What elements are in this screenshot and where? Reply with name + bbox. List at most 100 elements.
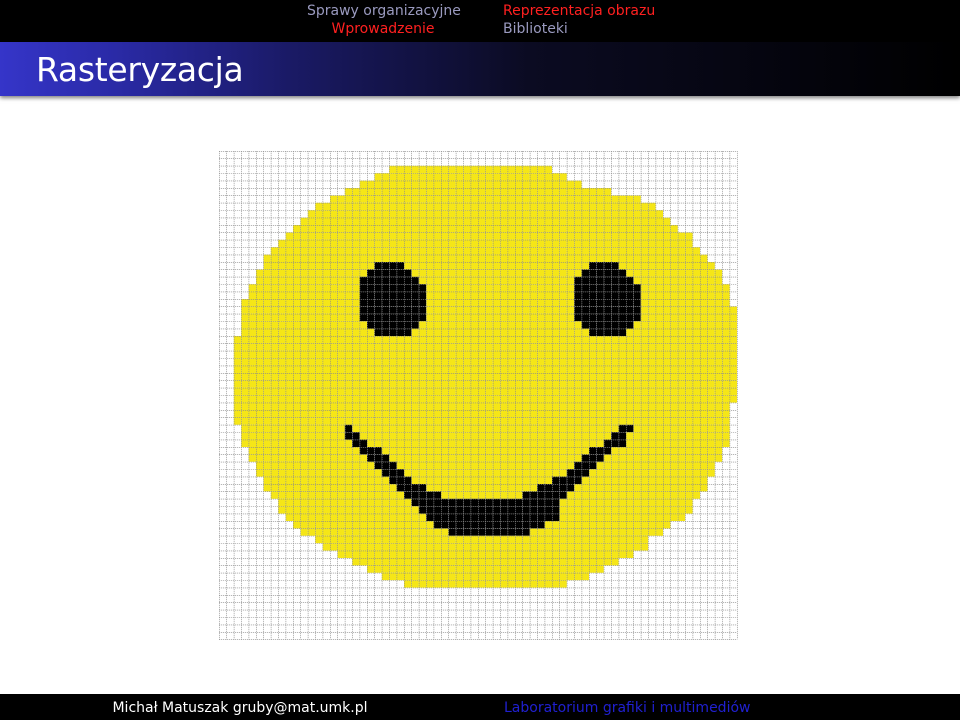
black-pixel (359, 313, 368, 322)
nav-link-wprowadzenie[interactable]: Wprowadzenie (307, 20, 459, 38)
yellow-pixel (596, 402, 604, 410)
yellow-pixel (722, 417, 730, 425)
yellow-pixel (463, 239, 471, 248)
yellow-pixel (485, 409, 493, 418)
yellow-pixel (685, 298, 693, 307)
yellow-pixel (551, 409, 560, 418)
yellow-pixel (529, 306, 538, 314)
black-pixel (374, 276, 382, 285)
yellow-pixel (478, 409, 486, 418)
yellow-pixel (455, 254, 464, 262)
black-pixel (574, 306, 582, 314)
yellow-pixel (551, 291, 560, 299)
yellow-pixel (263, 365, 271, 373)
yellow-pixel (677, 358, 686, 366)
yellow-pixel (714, 284, 723, 292)
yellow-pixel (625, 432, 634, 440)
yellow-pixel (359, 469, 368, 477)
yellow-pixel (448, 254, 456, 262)
yellow-pixel (507, 224, 515, 233)
yellow-pixel (633, 195, 641, 203)
yellow-pixel (389, 535, 397, 544)
yellow-pixel (588, 224, 597, 233)
yellow-pixel (551, 358, 560, 366)
black-pixel (404, 491, 412, 499)
black-pixel (389, 269, 397, 277)
yellow-pixel (603, 232, 612, 240)
yellow-pixel (256, 284, 264, 292)
yellow-pixel (285, 454, 294, 462)
yellow-pixel (322, 387, 331, 396)
yellow-pixel (581, 343, 589, 351)
yellow-pixel (307, 513, 316, 521)
yellow-pixel (685, 328, 693, 336)
nav-link-sprawy-organizacyjne[interactable]: Sprawy organizacyjne (307, 2, 461, 20)
nav-link-reprezentacja-obrazu[interactable]: Reprezentacja obrazu (503, 2, 655, 20)
yellow-pixel (426, 195, 434, 203)
yellow-pixel (367, 543, 375, 551)
yellow-pixel (337, 550, 345, 558)
yellow-pixel (463, 372, 471, 381)
yellow-pixel (492, 439, 501, 447)
yellow-pixel (603, 461, 612, 470)
yellow-pixel (551, 543, 560, 551)
yellow-pixel (367, 424, 375, 433)
yellow-pixel (648, 269, 656, 277)
yellow-pixel (692, 291, 700, 299)
yellow-pixel (270, 291, 279, 299)
yellow-pixel (677, 402, 686, 410)
yellow-pixel (707, 387, 715, 396)
yellow-pixel (389, 543, 397, 551)
yellow-pixel (367, 506, 375, 514)
yellow-pixel (441, 417, 449, 425)
yellow-pixel (662, 491, 671, 499)
yellow-pixel (529, 269, 538, 277)
yellow-pixel (492, 261, 501, 270)
yellow-pixel (625, 446, 634, 455)
yellow-pixel (315, 261, 323, 270)
yellow-pixel (551, 350, 560, 359)
black-pixel (492, 498, 501, 507)
yellow-pixel (411, 446, 419, 455)
yellow-pixel (588, 557, 597, 566)
yellow-pixel (685, 454, 693, 462)
yellow-pixel (330, 491, 338, 499)
yellow-pixel (441, 298, 449, 307)
black-pixel (411, 483, 419, 492)
yellow-pixel (330, 358, 338, 366)
yellow-pixel (529, 254, 538, 262)
yellow-pixel (374, 498, 382, 507)
yellow-pixel (330, 446, 338, 455)
yellow-pixel (633, 506, 641, 514)
yellow-pixel (315, 343, 323, 351)
yellow-pixel (603, 372, 612, 381)
yellow-pixel (241, 402, 249, 410)
yellow-pixel (492, 224, 501, 233)
black-pixel (418, 498, 427, 507)
black-pixel (522, 520, 530, 529)
footer-email[interactable]: gruby@mat.umk.pl (233, 700, 368, 716)
yellow-pixel (492, 239, 501, 248)
yellow-pixel (433, 180, 442, 188)
yellow-pixel (722, 380, 730, 388)
footer-course-panel: Laboratorium grafiki i multimediów (480, 694, 960, 720)
yellow-pixel (359, 491, 368, 499)
yellow-pixel (448, 343, 456, 351)
yellow-pixel (648, 284, 656, 292)
black-pixel (455, 520, 464, 529)
nav-link-biblioteki[interactable]: Biblioteki (503, 20, 655, 38)
yellow-pixel (492, 276, 501, 285)
yellow-pixel (381, 409, 390, 418)
yellow-pixel (418, 261, 427, 270)
yellow-pixel (655, 417, 663, 425)
yellow-pixel (529, 417, 538, 425)
yellow-pixel (470, 239, 478, 248)
yellow-pixel (426, 210, 434, 218)
yellow-pixel (611, 520, 619, 529)
yellow-pixel (707, 417, 715, 425)
yellow-pixel (677, 343, 686, 351)
yellow-pixel (433, 195, 442, 203)
yellow-pixel (677, 239, 686, 248)
yellow-pixel (640, 535, 649, 544)
yellow-pixel (381, 387, 390, 396)
